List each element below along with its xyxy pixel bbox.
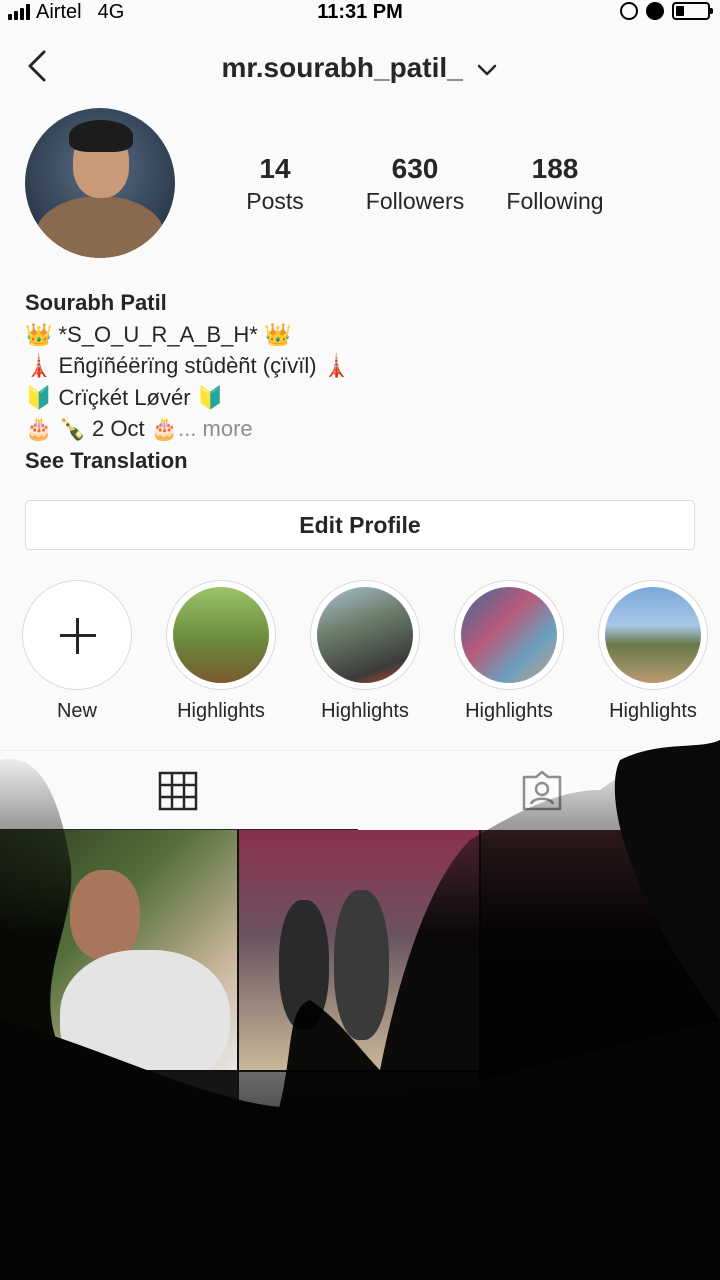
profile-bio: Sourabh Patil 👑 *S_O_U_R_A_B_H* 👑 🗼 Eñgï… [25, 287, 705, 476]
highlight-new[interactable]: New [22, 580, 132, 722]
highlight-ring [22, 580, 132, 690]
highlight-label: Highlights [321, 700, 409, 722]
bio-line: 👑 *S_O_U_R_A_B_H* 👑 [25, 321, 292, 347]
highlight-label: Highlights [609, 700, 697, 722]
post-thumbnail[interactable] [481, 1072, 720, 1280]
profile-tabs [0, 750, 720, 831]
highlight-ring [310, 580, 420, 690]
highlight-item[interactable]: Highlights [310, 580, 420, 722]
plus-icon [60, 618, 96, 654]
highlight-ring [598, 580, 708, 690]
posts-count[interactable]: 14 Posts [205, 152, 345, 216]
highlight-label: Highlights [465, 700, 553, 722]
tagged-photos-icon[interactable] [521, 771, 563, 811]
status-right [620, 2, 713, 20]
battery-icon [672, 2, 713, 20]
profile-header: mr.sourabh_patil_ [0, 40, 720, 96]
bio-more-link[interactable]: ... more [178, 416, 253, 441]
avatar-hair [69, 120, 133, 152]
rotation-lock-icon [620, 2, 638, 20]
profile-stats: 14 Posts 630 Followers 188 Following [205, 152, 625, 216]
followers-count[interactable]: 630 Followers [345, 152, 485, 216]
stat-label: Posts [246, 188, 304, 214]
post-subject [70, 870, 140, 960]
post-subject [279, 900, 329, 1030]
highlight-label: Highlights [177, 700, 265, 722]
post-thumbnail[interactable] [0, 1072, 237, 1280]
alarm-icon [646, 2, 664, 20]
edit-profile-button[interactable]: Edit Profile [25, 500, 695, 550]
avatar-shirt [35, 196, 165, 258]
profile-avatar[interactable] [25, 108, 175, 258]
chevron-down-icon [478, 64, 497, 75]
stat-label: Following [506, 188, 604, 214]
see-translation-link[interactable]: See Translation [25, 445, 705, 477]
highlight-ring [166, 580, 276, 690]
post-subject [60, 950, 230, 1070]
username-label: mr.sourabh_patil_ [221, 52, 463, 83]
stat-value: 188 [531, 153, 579, 184]
bio-line: 🎂 🍾 2 Oct 🎂... more [25, 413, 705, 445]
following-count[interactable]: 188 Following [485, 152, 625, 216]
highlight-thumbnail [605, 587, 701, 683]
stat-value: 630 [391, 153, 439, 184]
post-subject [334, 890, 389, 1040]
clock: 11:31 PM [317, 1, 403, 23]
bio-line: 🗼 Eñgïñéërïng stûdèñt (çïvïl) 🗼 [25, 353, 351, 378]
post-thumbnail[interactable] [0, 830, 237, 1070]
grid-icon[interactable] [158, 771, 198, 811]
highlight-thumbnail [317, 587, 413, 683]
post-thumbnail[interactable] [481, 830, 720, 1070]
post-thumbnail[interactable] [239, 830, 479, 1070]
post-thumbnail[interactable] [239, 1072, 479, 1280]
highlight-item[interactable]: Highlights [454, 580, 564, 722]
highlight-ring [454, 580, 564, 690]
posts-grid [0, 830, 720, 1280]
status-bar: Airtel 4G 11:31 PM [0, 0, 720, 26]
bio-line-text: 🎂 🍾 2 Oct 🎂 [25, 416, 179, 441]
stat-value: 14 [259, 153, 291, 184]
highlight-label: New [56, 700, 97, 722]
highlight-item[interactable]: Highlights [598, 580, 708, 722]
highlight-thumbnail [461, 587, 557, 683]
display-name: Sourabh Patil [25, 290, 167, 315]
highlight-thumbnail [173, 587, 269, 683]
stat-label: Followers [365, 188, 465, 214]
bio-line: 🔰 Crïçkét Løvér 🔰 [25, 384, 225, 410]
highlight-item[interactable]: Highlights [166, 580, 276, 722]
username-switcher[interactable]: mr.sourabh_patil_ [0, 52, 720, 84]
